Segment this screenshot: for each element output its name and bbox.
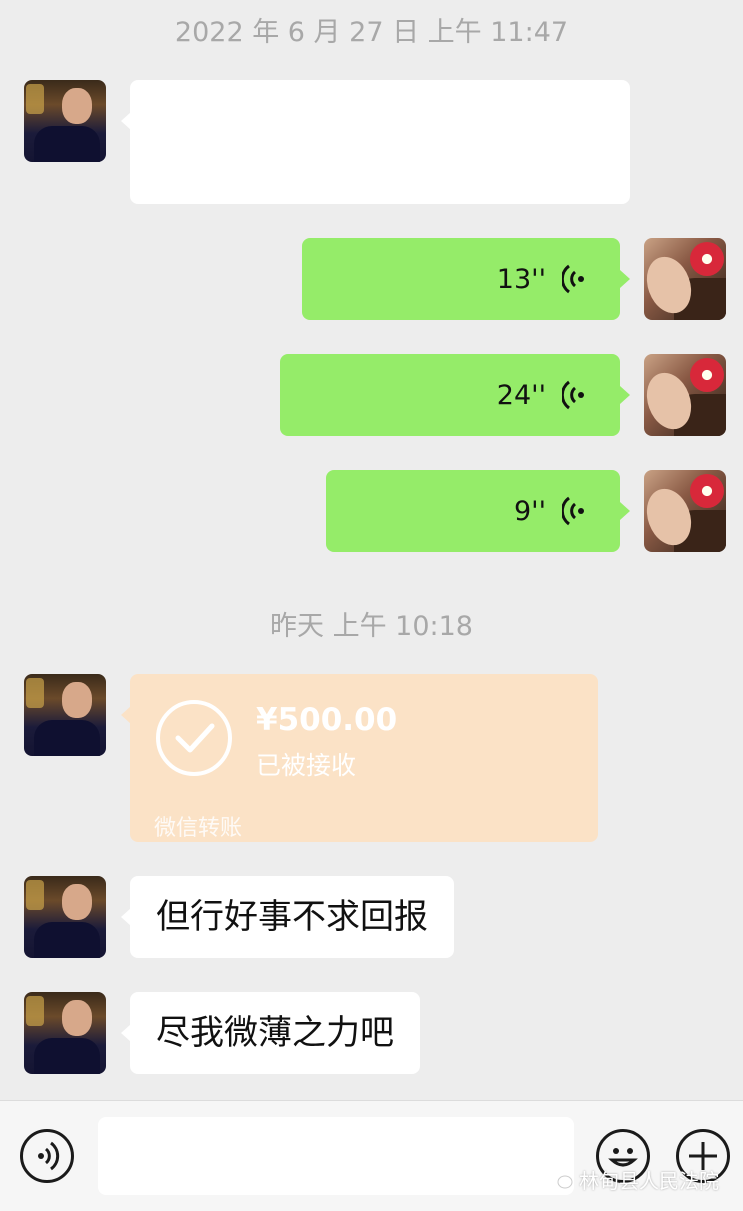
message-text: 但行好事不求回报 [156,897,428,937]
contact-avatar[interactable] [24,674,106,756]
voice-wave-icon [562,264,584,294]
received-message-bubble[interactable] [130,80,630,204]
voice-message-bubble[interactable]: 13'' [302,238,620,320]
my-avatar[interactable] [644,238,726,320]
voice-duration: 24'' [496,379,546,411]
transfer-label: 微信转账 [154,816,243,841]
contact-avatar[interactable] [24,992,106,1074]
voice-wave-icon [562,380,584,410]
voice-duration: 13'' [496,263,546,295]
timestamp-divider: 2022 年 6 月 27 日 上午 11:47 [174,17,569,48]
contact-avatar[interactable] [24,876,106,958]
my-avatar[interactable] [644,354,726,436]
transfer-status: 已被接收 [256,751,357,780]
contact-avatar[interactable] [24,80,106,162]
message-input[interactable] [98,1117,574,1195]
chat-input-bar: 林甸县人民法院 [0,1100,743,1211]
received-message-bubble[interactable]: 尽我微薄之力吧 [130,992,420,1074]
received-message-bubble[interactable]: 但行好事不求回报 [130,876,454,958]
voice-duration: 9'' [513,495,546,527]
voice-toggle-button[interactable] [20,1129,74,1183]
watermark-text: 林甸县人民法院 [579,1169,719,1193]
transfer-amount: ¥500.00 [256,702,398,738]
voice-wave-icon [562,496,584,526]
message-text: 尽我微薄之力吧 [156,1013,394,1053]
check-circle-icon [156,700,232,776]
timestamp-divider: 昨天 上午 10:18 [270,611,473,642]
wechat-logo-icon [548,1171,573,1188]
transfer-card[interactable]: ¥500.00 已被接收 微信转账 [130,674,598,842]
voice-icon [38,1141,60,1171]
my-avatar[interactable] [644,470,726,552]
voice-message-bubble[interactable]: 9'' [326,470,620,552]
watermark: 林甸县人民法院 [547,1165,719,1194]
voice-message-bubble[interactable]: 24'' [280,354,620,436]
